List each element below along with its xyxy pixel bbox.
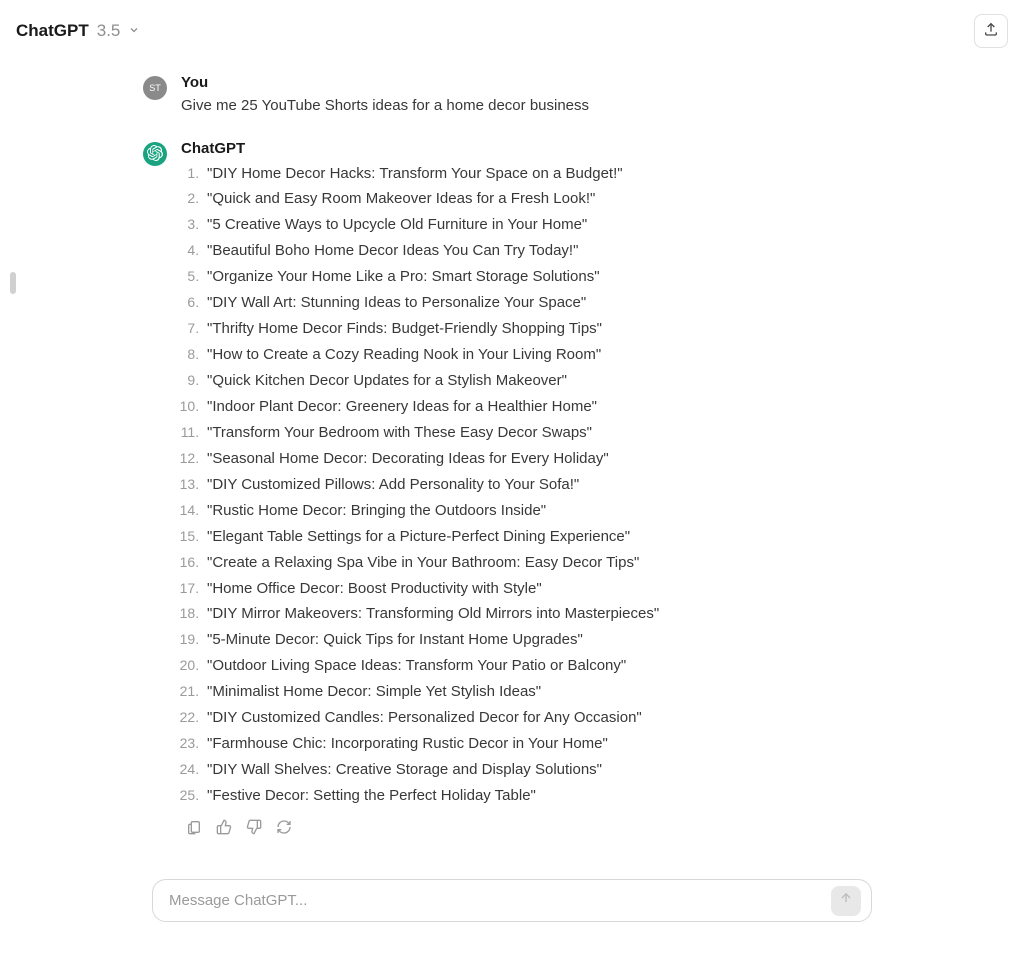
thumbs-down-button[interactable] bbox=[245, 821, 263, 839]
share-icon bbox=[983, 21, 999, 42]
list-item: "Indoor Plant Decor: Greenery Ideas for … bbox=[203, 394, 881, 420]
sidebar-toggle-handle[interactable] bbox=[10, 272, 16, 294]
model-name: ChatGPT bbox=[16, 21, 89, 41]
list-item: "Rustic Home Decor: Bringing the Outdoor… bbox=[203, 498, 881, 524]
list-item: "Home Office Decor: Boost Productivity w… bbox=[203, 576, 881, 602]
list-item: "DIY Wall Shelves: Creative Storage and … bbox=[203, 757, 881, 783]
list-item: "Create a Relaxing Spa Vibe in Your Bath… bbox=[203, 550, 881, 576]
list-item: "Outdoor Living Space Ideas: Transform Y… bbox=[203, 653, 881, 679]
assistant-avatar bbox=[143, 142, 167, 166]
chevron-down-icon bbox=[128, 21, 140, 41]
user-prompt-text: Give me 25 YouTube Shorts ideas for a ho… bbox=[181, 95, 881, 118]
list-item: "DIY Customized Candles: Personalized De… bbox=[203, 705, 881, 731]
model-selector[interactable]: ChatGPT 3.5 bbox=[16, 21, 140, 41]
list-item: "Quick Kitchen Decor Updates for a Styli… bbox=[203, 368, 881, 394]
user-avatar: ST bbox=[143, 76, 167, 100]
copy-button[interactable] bbox=[185, 821, 203, 839]
input-area bbox=[152, 879, 872, 922]
list-item: "5-Minute Decor: Quick Tips for Instant … bbox=[203, 627, 881, 653]
list-item: "DIY Mirror Makeovers: Transforming Old … bbox=[203, 601, 881, 627]
list-item: "Thrifty Home Decor Finds: Budget-Friend… bbox=[203, 316, 881, 342]
user-message: ST You Give me 25 YouTube Shorts ideas f… bbox=[127, 66, 897, 132]
assistant-message: ChatGPT "DIY Home Decor Hacks: Transform… bbox=[127, 132, 897, 853]
thumbs-up-button[interactable] bbox=[215, 821, 233, 839]
send-button[interactable] bbox=[831, 886, 861, 916]
user-message-body: You Give me 25 YouTube Shorts ideas for … bbox=[181, 74, 881, 118]
list-item: "Minimalist Home Decor: Simple Yet Styli… bbox=[203, 679, 881, 705]
list-item: "Farmhouse Chic: Incorporating Rustic De… bbox=[203, 731, 881, 757]
clipboard-icon bbox=[186, 819, 202, 840]
arrow-up-icon bbox=[839, 891, 853, 910]
avatar-initials: ST bbox=[149, 83, 161, 93]
refresh-icon bbox=[276, 819, 292, 840]
assistant-author-label: ChatGPT bbox=[181, 140, 881, 157]
list-item: "Transform Your Bedroom with These Easy … bbox=[203, 420, 881, 446]
list-item: "DIY Wall Art: Stunning Ideas to Persona… bbox=[203, 290, 881, 316]
ideas-list: "DIY Home Decor Hacks: Transform Your Sp… bbox=[181, 161, 881, 809]
list-item: "DIY Home Decor Hacks: Transform Your Sp… bbox=[203, 161, 881, 187]
thumbs-down-icon bbox=[246, 819, 262, 840]
list-item: "5 Creative Ways to Upcycle Old Furnitur… bbox=[203, 212, 881, 238]
thumbs-up-icon bbox=[216, 819, 232, 840]
list-item: "DIY Customized Pillows: Add Personality… bbox=[203, 472, 881, 498]
list-item: "Beautiful Boho Home Decor Ideas You Can… bbox=[203, 238, 881, 264]
user-author-label: You bbox=[181, 74, 881, 91]
list-item: "Elegant Table Settings for a Picture-Pe… bbox=[203, 524, 881, 550]
input-container bbox=[152, 879, 872, 922]
header: ChatGPT 3.5 bbox=[0, 0, 1024, 58]
list-item: "Seasonal Home Decor: Decorating Ideas f… bbox=[203, 446, 881, 472]
list-item: "Quick and Easy Room Makeover Ideas for … bbox=[203, 186, 881, 212]
conversation: ST You Give me 25 YouTube Shorts ideas f… bbox=[127, 58, 897, 953]
regenerate-button[interactable] bbox=[275, 821, 293, 839]
chat-input[interactable] bbox=[169, 892, 823, 909]
openai-logo-icon bbox=[147, 145, 163, 163]
list-item: "Organize Your Home Like a Pro: Smart St… bbox=[203, 264, 881, 290]
assistant-message-body: ChatGPT "DIY Home Decor Hacks: Transform… bbox=[181, 140, 881, 839]
list-item: "Festive Decor: Setting the Perfect Holi… bbox=[203, 783, 881, 809]
share-button[interactable] bbox=[974, 14, 1008, 48]
model-version: 3.5 bbox=[97, 21, 121, 41]
message-actions bbox=[185, 821, 881, 839]
list-item: "How to Create a Cozy Reading Nook in Yo… bbox=[203, 342, 881, 368]
